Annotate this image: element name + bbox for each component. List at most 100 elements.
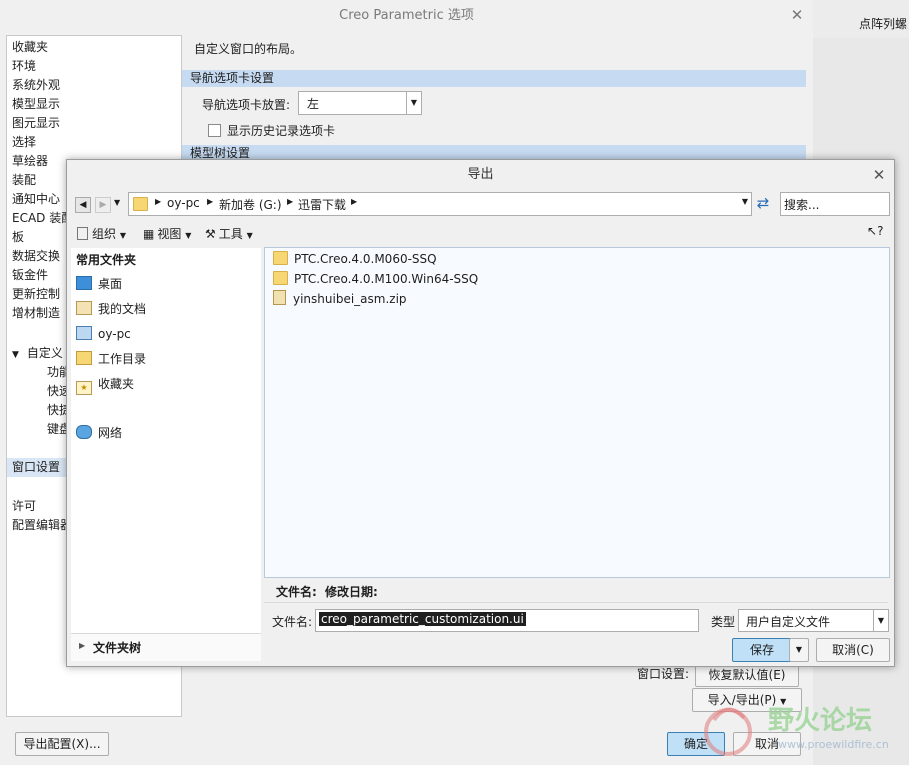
category-sketcher[interactable]: 草绘器 — [12, 152, 48, 171]
nav-header: 常用文件夹 — [76, 253, 137, 267]
chevron-down-icon[interactable]: ▼ — [742, 197, 748, 206]
info-date-label: 修改日期: — [325, 585, 378, 599]
forward-icon[interactable]: ▶ — [95, 197, 111, 213]
computer-icon — [76, 326, 92, 340]
nav-desktop[interactable]: 桌面 — [76, 274, 122, 294]
category-additive[interactable]: 增材制造 — [12, 304, 60, 323]
nav-computer[interactable]: oy-pc — [76, 324, 131, 344]
folder-tree-toggle[interactable]: ▶ 文件夹树 — [71, 633, 261, 661]
nav-network-label: 网络 — [98, 426, 123, 440]
organize-menu[interactable]: 组织 ▼ — [77, 224, 126, 244]
category-favorites[interactable]: 收藏夹 — [12, 38, 48, 57]
breadcrumb-drive[interactable]: 新加卷 (G:) — [219, 196, 282, 213]
file-name: PTC.Creo.4.0.M100.Win64-SSQ — [294, 272, 479, 286]
breadcrumb-computer[interactable]: oy-pc — [167, 196, 200, 210]
chevron-right-icon: ▶ — [155, 197, 162, 206]
category-model-display[interactable]: 模型显示 — [12, 95, 60, 114]
list-item[interactable]: yinshuibei_asm.zip — [273, 289, 407, 309]
export-config-button[interactable]: 导出配置(X)... — [15, 732, 109, 756]
filetype-select[interactable]: 用户自定义文件 ▼ — [738, 609, 889, 632]
help-icon[interactable]: ↖? — [867, 224, 883, 238]
chevron-right-icon: ▶ — [351, 197, 358, 206]
strip-text: 点阵列螺 — [859, 17, 908, 31]
organize-icon — [77, 227, 88, 240]
category-data-exchange[interactable]: 数据交换 — [12, 247, 60, 266]
folder-icon — [273, 251, 288, 265]
category-sheetmetal[interactable]: 钣金件 — [12, 266, 48, 285]
folder-icon — [133, 197, 148, 211]
nav-network[interactable]: 网络 — [76, 423, 122, 443]
filename-input[interactable]: creo_parametric_customization.ui — [315, 609, 699, 632]
nav-workdir-label: 工作目录 — [98, 352, 147, 366]
watermark: 野火论坛 www.proewildfire.cn — [700, 694, 909, 765]
category-system-appearance[interactable]: 系统外观 — [12, 76, 60, 95]
close-icon[interactable]: ✕ — [870, 166, 888, 184]
folder-icon — [273, 271, 288, 285]
category-board[interactable]: 板 — [12, 228, 24, 247]
help-mark: ? — [877, 224, 884, 238]
export-dialog: 导出 ✕ ◀ ▶ ▼ ▶ oy-pc ▶ 新加卷 (G:) ▶ 迅雷下载 ▶ ▼… — [66, 159, 895, 667]
save-button[interactable]: 保存 — [732, 638, 792, 662]
file-name: yinshuibei_asm.zip — [293, 292, 407, 306]
category-assembly[interactable]: 装配 — [12, 171, 36, 190]
list-item[interactable]: PTC.Creo.4.0.M100.Win64-SSQ — [273, 269, 478, 289]
view-menu[interactable]: ▦ 视图 ▼ — [143, 224, 191, 244]
filename-label: 文件名: — [272, 615, 313, 629]
view-label: 视图 — [157, 227, 182, 241]
chevron-down-icon[interactable]: ▼ — [406, 92, 421, 114]
network-icon — [76, 425, 92, 439]
collapse-icon[interactable]: ▼ — [12, 350, 19, 360]
nav-pane: 常用文件夹 桌面 我的文档 oy-pc 工作目录 ★ 收藏夹 网络 ▶ 文件夹树 — [71, 248, 261, 661]
refresh-icon[interactable]: ⇄ — [753, 193, 773, 213]
chevron-down-icon[interactable]: ▼ — [873, 610, 888, 631]
address-bar[interactable]: ▶ oy-pc ▶ 新加卷 (G:) ▶ 迅雷下载 ▶ ▼ — [128, 192, 752, 216]
category-notification-center[interactable]: 通知中心 — [12, 190, 60, 209]
chevron-right-icon: ▶ — [207, 197, 214, 206]
dialog-cancel-button[interactable]: 取消(C) — [816, 638, 890, 662]
folder-tree-label: 文件夹树 — [93, 641, 142, 655]
nav-documents[interactable]: 我的文档 — [76, 299, 146, 319]
category-selection[interactable]: 选择 — [12, 133, 36, 152]
window-title: Creo Parametric 选项 — [339, 8, 474, 23]
favorites-star-icon: ★ — [76, 381, 92, 395]
category-environment[interactable]: 环境 — [12, 57, 36, 76]
chevron-right-icon: ▶ — [79, 641, 86, 650]
dialog-title: 导出 — [467, 167, 494, 182]
nav-placement-select[interactable]: 左 ▼ — [298, 91, 422, 115]
filetype-label: 类型 — [711, 615, 736, 629]
tools-icon: ⚒ — [205, 227, 216, 241]
workdir-icon — [76, 351, 92, 365]
watermark-text: 野火论坛 — [768, 706, 873, 736]
back-icon[interactable]: ◀ — [75, 197, 91, 213]
tools-label: 工具 — [218, 227, 243, 241]
file-info-bar: 文件名: 修改日期: — [264, 578, 888, 603]
category-license[interactable]: 许可 — [12, 497, 36, 516]
save-options-chevron-icon[interactable]: ▼ — [789, 638, 809, 662]
customize-group[interactable]: ▼ 自定义 — [12, 344, 63, 363]
desktop-icon — [76, 276, 92, 290]
list-item[interactable]: PTC.Creo.4.0.M060-SSQ — [273, 249, 437, 269]
zip-file-icon — [273, 290, 286, 305]
view-icon: ▦ — [143, 227, 155, 241]
category-entity-display[interactable]: 图元显示 — [12, 114, 60, 133]
category-update-control[interactable]: 更新控制 — [12, 285, 60, 304]
nav-workdir[interactable]: 工作目录 — [76, 349, 146, 369]
category-ecad[interactable]: ECAD 装配 — [12, 209, 73, 228]
documents-icon — [76, 301, 92, 315]
chevron-right-icon: ▶ — [287, 197, 294, 206]
chevron-down-icon: ▼ — [119, 231, 126, 240]
organize-label: 组织 — [92, 227, 117, 241]
watermark-url: www.proewildfire.cn — [778, 738, 889, 751]
close-icon[interactable]: ✕ — [788, 6, 806, 24]
search-input[interactable]: 搜索... — [780, 192, 890, 216]
history-dropdown-icon[interactable]: ▼ — [114, 198, 120, 207]
show-history-label: 显示历史记录选项卡 — [227, 124, 336, 138]
nav-desktop-label: 桌面 — [98, 277, 123, 291]
info-name-label: 文件名: — [276, 585, 317, 599]
category-config-editor[interactable]: 配置编辑器 — [12, 516, 72, 535]
nav-favorites[interactable]: ★ 收藏夹 — [76, 374, 134, 395]
nav-placement-label: 导航选项卡放置: — [202, 98, 291, 112]
breadcrumb-folder[interactable]: 迅雷下载 — [298, 196, 346, 213]
show-history-checkbox[interactable] — [208, 124, 221, 137]
tools-menu[interactable]: ⚒ 工具 ▼ — [205, 224, 253, 244]
